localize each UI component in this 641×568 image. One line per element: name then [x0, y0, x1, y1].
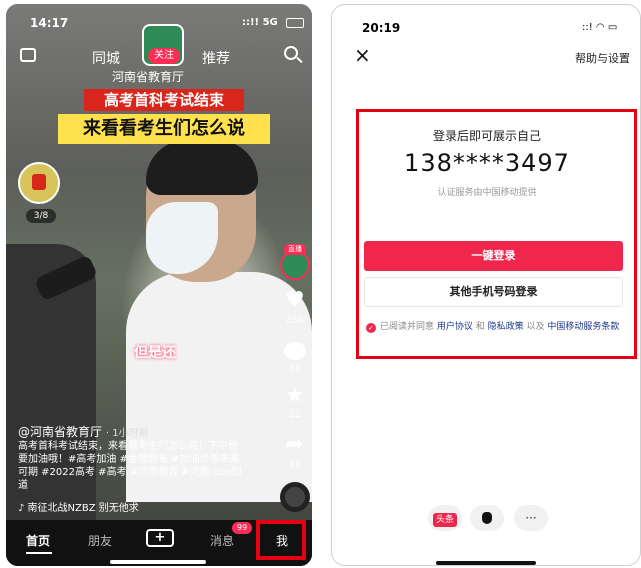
- cmcc-terms-link[interactable]: 中国移动服务条款: [547, 322, 619, 332]
- provider-note: 认证服务由中国移动提供: [437, 188, 537, 198]
- more-login-options-button[interactable]: ···: [514, 505, 548, 531]
- apple-login-button[interactable]: [470, 505, 504, 531]
- apple-icon: [482, 512, 492, 524]
- tab-city[interactable]: 同城: [92, 48, 120, 68]
- video-caption[interactable]: 高考首科考试结束，来看看考生们怎么说！下午也要加油哦！#高考加油 #金榜题名 #…: [18, 440, 244, 492]
- favorite-count: 22: [289, 410, 301, 420]
- agreement-and2: 以及: [523, 322, 548, 332]
- heart-icon[interactable]: ♥: [285, 290, 305, 312]
- account-name-top: 河南省教育厅: [112, 70, 185, 84]
- comment-icon[interactable]: [284, 342, 306, 360]
- comment-count: 66: [289, 365, 301, 375]
- one-click-login-button[interactable]: 一键登录: [364, 241, 623, 271]
- user-agreement-link[interactable]: 用户协议: [437, 322, 473, 332]
- star-icon[interactable]: ★: [285, 385, 305, 407]
- left-phone-screen: 14:17 ::!! 5G 同城 关注 推荐 河南省教育厅 高考首科考试结束 来…: [6, 4, 312, 566]
- close-icon[interactable]: ×: [354, 45, 371, 65]
- live-counter: 3/8: [26, 209, 56, 223]
- home-indicator: [110, 560, 206, 564]
- music-disc-icon[interactable]: [280, 482, 310, 512]
- tab-friends[interactable]: 朋友: [88, 532, 112, 549]
- post-time: · 1小时前: [105, 428, 149, 439]
- status-icons: ::! ◠ ▭: [582, 22, 618, 33]
- video-person-hair: [146, 140, 258, 195]
- status-time: 14:17: [30, 16, 69, 30]
- toutiao-icon: 头条: [432, 513, 457, 527]
- masked-phone-number: 138****3497: [404, 149, 570, 177]
- home-indicator: [436, 561, 536, 565]
- agree-checkbox[interactable]: ✓: [366, 323, 376, 333]
- active-tab-indicator: [26, 552, 52, 554]
- author-handle[interactable]: @河南省教育厅: [18, 425, 102, 439]
- status-signal: ::!! 5G: [242, 17, 278, 28]
- red-envelope-icon: [32, 174, 46, 190]
- tab-messages[interactable]: 消息: [210, 532, 234, 549]
- login-title: 登录后即可展示自己: [432, 129, 541, 143]
- status-time: 20:19: [362, 21, 401, 35]
- other-phone-login-button[interactable]: 其他手机号码登录: [364, 277, 623, 307]
- follow-button[interactable]: 关注: [148, 48, 180, 64]
- author-name[interactable]: @河南省教育厅 · 1小时前: [18, 423, 149, 440]
- tab-me[interactable]: 我: [276, 532, 288, 549]
- like-count: 886: [286, 316, 304, 326]
- agreement-prefix: 已阅读并同意: [380, 322, 437, 332]
- messages-badge: 99: [232, 522, 252, 534]
- create-post-button[interactable]: +: [146, 529, 174, 547]
- share-count: 98: [289, 460, 301, 470]
- music-info[interactable]: ♪ 南征北战NZBZ 别无他求: [18, 502, 238, 515]
- agreement-text: 已阅读并同意 用户协议 和 隐私政策 以及 中国移动服务条款: [380, 320, 620, 334]
- share-icon[interactable]: ➦: [285, 434, 303, 456]
- banner-title-1: 高考首科考试结束: [84, 89, 244, 111]
- live-badge: 直播: [284, 244, 306, 255]
- banner-title-2: 来看看考生们怎么说: [58, 114, 270, 144]
- subtitle-overlay: 但是还: [134, 345, 176, 361]
- tab-home[interactable]: 首页: [26, 532, 50, 549]
- tab-recommend[interactable]: 推荐: [202, 48, 230, 68]
- battery-icon: [286, 18, 304, 28]
- privacy-policy-link[interactable]: 隐私政策: [488, 322, 524, 332]
- help-settings-link[interactable]: 帮助与设置: [575, 50, 630, 66]
- scan-icon[interactable]: [20, 48, 36, 62]
- agreement-and: 和: [472, 322, 488, 332]
- right-phone-screen: 20:19 ::! ◠ ▭ × 帮助与设置 登录后即可展示自己 138****3…: [331, 4, 641, 566]
- toutiao-login-button[interactable]: 头条: [428, 505, 462, 531]
